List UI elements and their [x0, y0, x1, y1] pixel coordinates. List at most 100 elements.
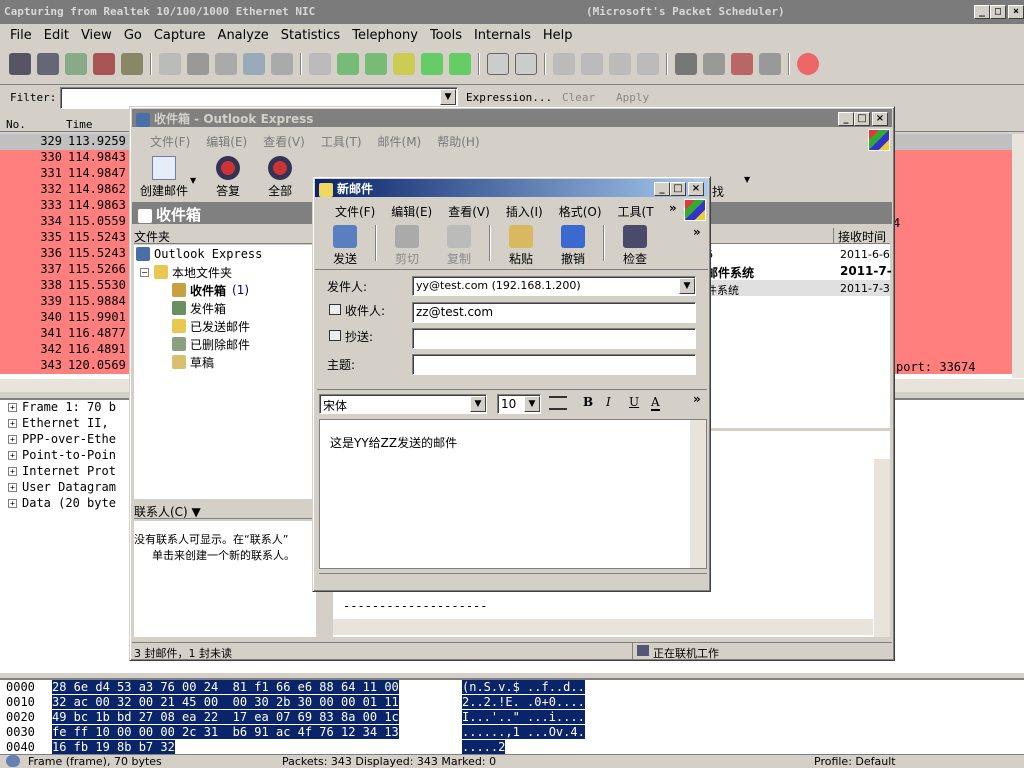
cut-button[interactable]: 剪切	[381, 225, 433, 267]
status-profile[interactable]: Profile: Default	[814, 755, 896, 768]
column-no[interactable]: No.	[6, 118, 26, 131]
packet-list-scrollbar[interactable]	[1012, 134, 1024, 378]
apply-button[interactable]: Apply	[616, 91, 649, 104]
message-body[interactable]: 这是YY给ZZ发送的邮件	[319, 419, 707, 569]
folder-outbox[interactable]: 发件箱	[134, 299, 316, 317]
create-mail-button[interactable]: 创建邮件	[138, 156, 190, 199]
find-packet-icon[interactable]	[309, 53, 331, 75]
expand-icon[interactable]: +	[8, 483, 17, 492]
stop-capture-icon[interactable]	[93, 53, 115, 75]
to-field[interactable]: zz@test.com	[412, 302, 696, 323]
msg-row-2-date[interactable]: 2011-7-	[840, 264, 892, 278]
hex-row[interactable]: 0020 49 bc 1b bd 27 08 ea 22 17 ea 07 69 …	[0, 710, 1024, 725]
send-button[interactable]: 发送	[319, 225, 371, 267]
reply-all-button[interactable]: 全部	[254, 156, 306, 199]
menu-capture[interactable]: Capture	[148, 28, 212, 43]
go-first-icon[interactable]	[421, 53, 443, 75]
folder-sent[interactable]: 已发送邮件	[134, 317, 316, 335]
oe-menu-item[interactable]: 查看(V)	[255, 133, 313, 150]
colorize-icon[interactable]	[487, 53, 509, 75]
hex-row[interactable]: 0000 28 6e d4 53 a3 76 00 24 81 f1 66 e6 …	[0, 680, 1024, 695]
expand-icon[interactable]: +	[8, 403, 17, 412]
oe-menu-item[interactable]: 工具(T)	[313, 133, 370, 150]
font-size-dropdown-icon[interactable]: ▼	[524, 396, 540, 412]
nm-toolbar-more[interactable]: »	[693, 225, 701, 239]
nm-menu-more[interactable]: »	[669, 201, 677, 215]
close-button[interactable]: ×	[1008, 5, 1024, 19]
msg-row-3-date[interactable]: 2011-7-3	[840, 282, 890, 295]
collapse-icon[interactable]: −	[140, 267, 149, 277]
expand-icon[interactable]: +	[8, 419, 17, 428]
reload-icon[interactable]	[243, 53, 265, 75]
font-name-select[interactable]: 宋体	[319, 394, 487, 414]
resize-columns-icon[interactable]	[637, 53, 659, 75]
from-select[interactable]: yy@test.com (192.168.1.200)	[412, 276, 696, 296]
clear-button[interactable]: Clear	[562, 91, 595, 104]
body-scrollbar[interactable]	[690, 420, 706, 568]
folder-inbox[interactable]: 收件箱 (1)	[134, 281, 316, 299]
menu-view[interactable]: View	[75, 28, 118, 43]
copy-button[interactable]: 复制	[433, 225, 485, 267]
menu-internals[interactable]: Internals	[468, 28, 537, 43]
reply-button[interactable]: 答复	[202, 156, 254, 199]
cc-book-icon[interactable]	[329, 330, 341, 341]
subject-field[interactable]	[412, 354, 696, 375]
nm-menu-item[interactable]: 查看(V)	[440, 203, 498, 220]
font-color-button[interactable]: A	[651, 395, 660, 411]
paragraph-style-icon[interactable]	[549, 396, 567, 410]
format-more[interactable]: »	[693, 392, 701, 406]
menu-tools[interactable]: Tools	[424, 28, 468, 43]
capture-filters-icon[interactable]	[675, 53, 697, 75]
menu-analyze[interactable]: Analyze	[212, 28, 275, 43]
font-name-dropdown-icon[interactable]: ▼	[470, 396, 486, 412]
paste-button[interactable]: 粘贴	[495, 225, 547, 267]
expand-icon[interactable]: +	[8, 499, 17, 508]
nm-menu-item[interactable]: 文件(F)	[327, 203, 383, 220]
hex-row[interactable]: 0010 32 ac 00 32 00 21 45 00 00 30 2b 30 …	[0, 695, 1024, 710]
find-dropdown-icon[interactable]: ▼	[744, 175, 750, 184]
from-dropdown-icon[interactable]: ▼	[679, 278, 695, 294]
italic-button[interactable]: I	[606, 395, 611, 409]
help-icon[interactable]	[797, 53, 819, 75]
find-button[interactable]: 找	[712, 183, 724, 200]
nm-maximize-button[interactable]: □	[670, 182, 686, 196]
preview-hscroll[interactable]	[333, 619, 873, 635]
zoom-out-icon[interactable]	[581, 53, 603, 75]
zoom-in-icon[interactable]	[553, 53, 575, 75]
body-text[interactable]: 这是YY给ZZ发送的邮件	[330, 434, 457, 451]
oe-menu-item[interactable]: 邮件(M)	[370, 133, 430, 150]
display-filters-icon[interactable]	[703, 53, 725, 75]
folder-deleted[interactable]: 已删除邮件	[134, 335, 316, 353]
oe-maximize-button[interactable]: □	[854, 112, 870, 126]
menu-statistics[interactable]: Statistics	[275, 28, 346, 43]
expert-info-icon[interactable]	[6, 755, 20, 767]
nm-menu-item[interactable]: 插入(I)	[498, 203, 551, 220]
filter-dropdown-icon[interactable]: ▼	[440, 89, 456, 105]
go-back-icon[interactable]	[337, 53, 359, 75]
column-time[interactable]: Time	[66, 118, 93, 131]
oe-menu-item[interactable]: 帮助(H)	[429, 133, 487, 150]
oe-minimize-button[interactable]: _	[838, 112, 854, 126]
interfaces-icon[interactable]	[9, 53, 31, 75]
menu-go[interactable]: Go	[118, 28, 148, 43]
nm-close-button[interactable]: ×	[688, 182, 704, 196]
autoscroll-icon[interactable]	[515, 53, 537, 75]
capture-options-icon[interactable]	[37, 53, 59, 75]
save-file-icon[interactable]	[187, 53, 209, 75]
undo-button[interactable]: 撤销	[547, 225, 599, 267]
go-last-icon[interactable]	[449, 53, 471, 75]
go-to-packet-icon[interactable]	[393, 53, 415, 75]
bold-button[interactable]: B	[583, 395, 593, 409]
underline-button[interactable]: U	[629, 395, 639, 409]
nm-menu-item[interactable]: 格式(O)	[551, 203, 610, 220]
menu-help[interactable]: Help	[537, 28, 579, 43]
check-button[interactable]: 检查	[609, 225, 661, 267]
oe-close-button[interactable]: ×	[872, 112, 888, 126]
folder-drafts[interactable]: 草稿	[134, 353, 316, 371]
oe-menu-item[interactable]: 编辑(E)	[198, 133, 255, 150]
cc-field[interactable]	[412, 328, 696, 349]
hex-row[interactable]: 0030 fe ff 10 00 00 00 2c 31 b6 91 ac 4f …	[0, 725, 1024, 740]
nm-menu-item[interactable]: 工具(T	[610, 203, 662, 220]
preferences-icon[interactable]	[759, 53, 781, 75]
msg-row-2-from[interactable]: 邮件系统	[706, 264, 754, 281]
